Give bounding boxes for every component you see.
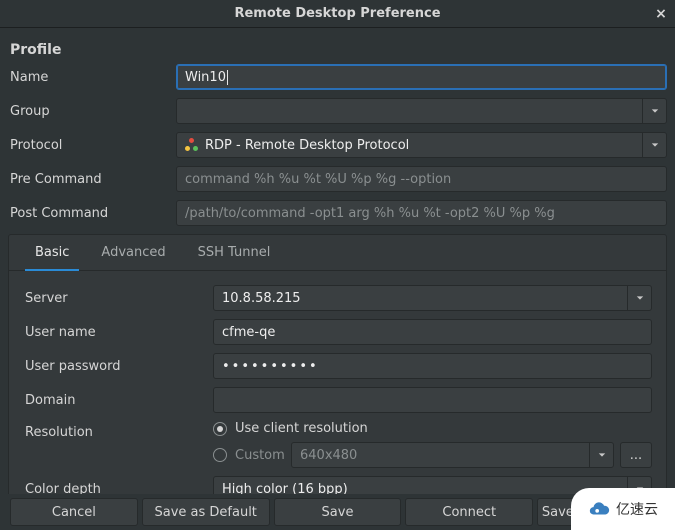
chevron-down-icon	[589, 443, 613, 467]
text-caret	[227, 70, 228, 85]
remmina-icon	[185, 138, 199, 152]
pre-command-input[interactable]: command %h %u %t %U %p %g --option	[176, 166, 667, 192]
server-label: Server	[23, 291, 213, 306]
name-label: Name	[8, 70, 176, 85]
resolution-label: Resolution	[23, 421, 213, 440]
tab-header: Basic Advanced SSH Tunnel	[9, 235, 666, 271]
name-input[interactable]: Win10	[176, 64, 667, 90]
title-bar: Remote Desktop Preference ×	[0, 0, 675, 28]
group-combo[interactable]	[176, 98, 667, 124]
resolution-client-radio[interactable]	[213, 422, 227, 436]
tab-ssh-tunnel[interactable]: SSH Tunnel	[182, 235, 287, 270]
domain-label: Domain	[23, 393, 213, 408]
save-default-button[interactable]: Save as Default	[142, 498, 270, 526]
post-command-label: Post Command	[8, 206, 176, 221]
chevron-down-icon	[627, 286, 651, 310]
pre-command-label: Pre Command	[8, 172, 176, 187]
chevron-down-icon	[642, 133, 666, 157]
username-label: User name	[23, 325, 213, 340]
resolution-client-label: Use client resolution	[235, 421, 368, 436]
tab-advanced[interactable]: Advanced	[85, 235, 181, 270]
resolution-custom-label: Custom	[235, 448, 291, 463]
username-value: cfme-qe	[222, 325, 275, 340]
password-label: User password	[23, 359, 213, 374]
protocol-label: Protocol	[8, 138, 176, 153]
protocol-combo[interactable]: RDP - Remote Desktop Protocol	[176, 132, 667, 158]
name-value: Win10	[185, 70, 226, 85]
settings-tab-container: Basic Advanced SSH Tunnel Server 10.8.58…	[8, 234, 667, 530]
profile-heading: Profile	[8, 34, 667, 64]
post-command-placeholder: /path/to/command -opt1 arg %h %u %t -opt…	[185, 206, 555, 221]
connect-button[interactable]: Connect	[405, 498, 533, 526]
resolution-custom-radio[interactable]	[213, 448, 227, 462]
resolution-custom-combo[interactable]: 640x480	[291, 442, 614, 468]
pre-command-placeholder: command %h %u %t %U %p %g --option	[185, 172, 451, 187]
password-input[interactable]: ••••••••••	[213, 353, 652, 379]
close-button[interactable]: ×	[647, 0, 675, 28]
ellipsis-icon: ...	[630, 448, 642, 463]
tab-basic[interactable]: Basic	[19, 235, 85, 270]
chevron-down-icon	[642, 99, 666, 123]
domain-input[interactable]	[213, 387, 652, 413]
post-command-input[interactable]: /path/to/command -opt1 arg %h %u %t -opt…	[176, 200, 667, 226]
cancel-button[interactable]: Cancel	[10, 498, 138, 526]
save-connect-button[interactable]: Save and Connect	[537, 498, 665, 526]
server-value: 10.8.58.215	[222, 291, 301, 306]
server-combo[interactable]: 10.8.58.215	[213, 285, 652, 311]
resolution-custom-value: 640x480	[300, 448, 357, 463]
button-bar: Cancel Save as Default Save Connect Save…	[0, 494, 675, 530]
password-value: ••••••••••	[222, 359, 319, 374]
window-title: Remote Desktop Preference	[234, 6, 440, 21]
protocol-value: RDP - Remote Desktop Protocol	[205, 138, 409, 153]
username-input[interactable]: cfme-qe	[213, 319, 652, 345]
group-label: Group	[8, 104, 176, 119]
resolution-more-button[interactable]: ...	[620, 442, 652, 468]
save-button[interactable]: Save	[274, 498, 402, 526]
